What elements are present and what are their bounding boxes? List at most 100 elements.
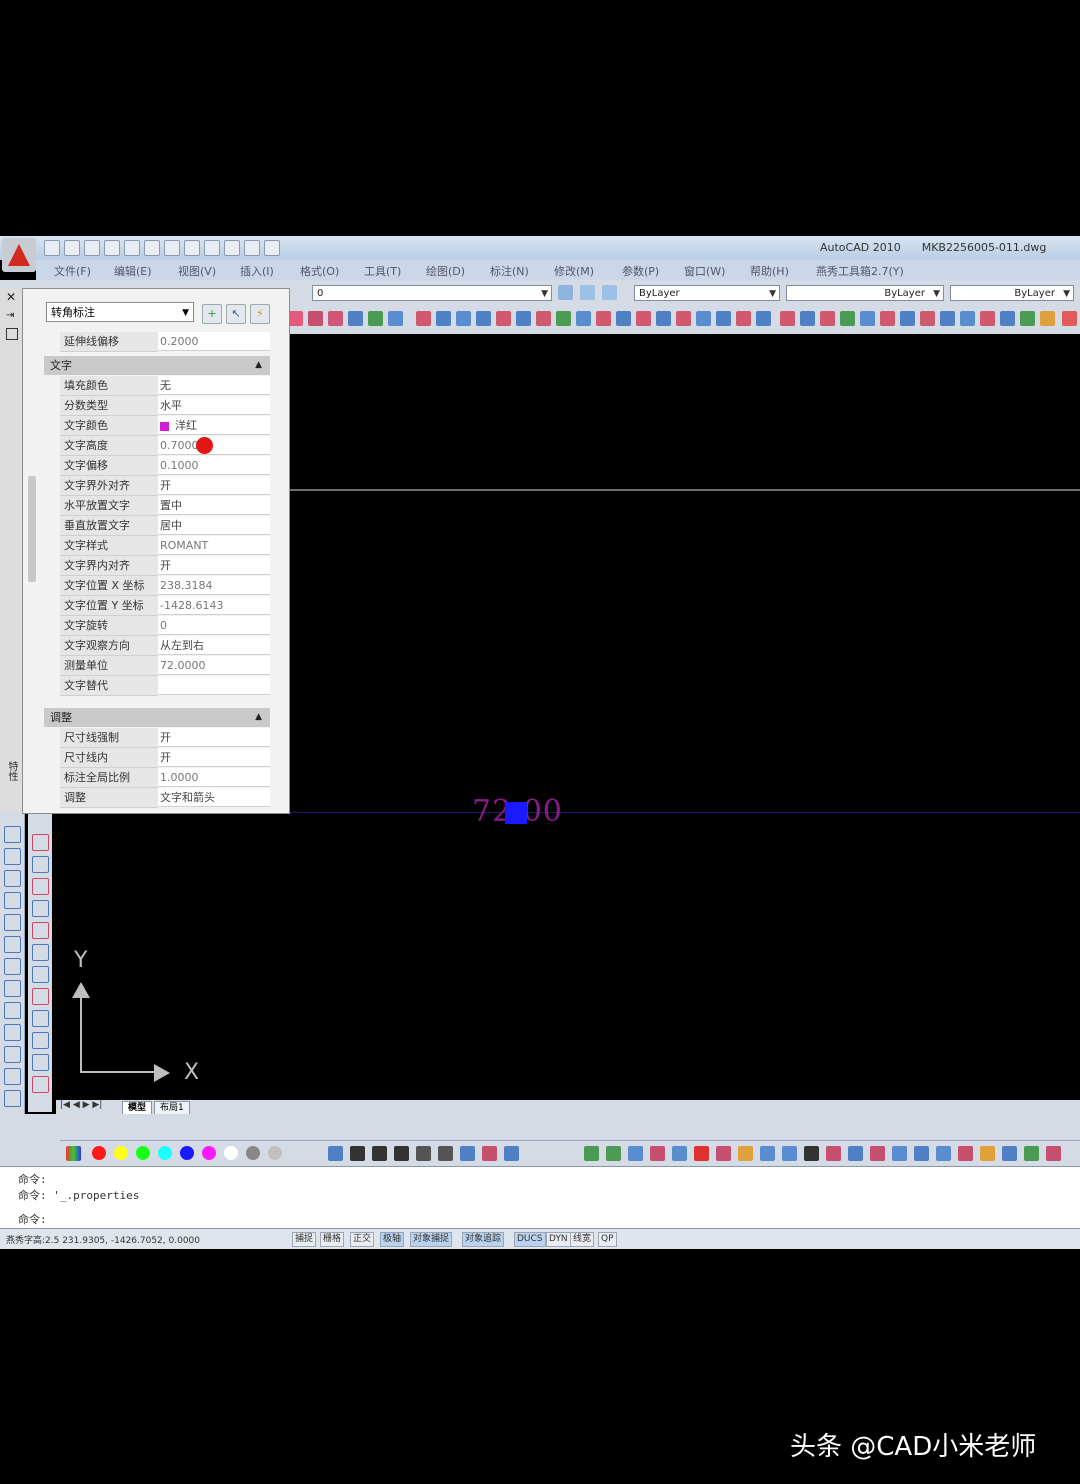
linetype-dropdown[interactable]: ByLayer ▼ <box>786 285 944 301</box>
zoom-icon[interactable] <box>204 240 220 256</box>
yx-bottom-9-icon[interactable] <box>760 1146 775 1161</box>
yx-bottom-13-icon[interactable] <box>848 1146 863 1161</box>
property-value[interactable]: 0.7000 <box>158 436 270 455</box>
yx-bottom-7-icon[interactable] <box>716 1146 731 1161</box>
toggle-pickadd-icon[interactable]: + <box>202 304 222 324</box>
yx-bottom-21-icon[interactable] <box>1024 1146 1039 1161</box>
menu-help[interactable]: 帮助(H) <box>750 263 789 279</box>
trim-icon[interactable] <box>4 1024 21 1041</box>
section-header-text[interactable]: 文字 ▲ <box>44 356 270 375</box>
yx-tool-10-icon[interactable] <box>960 311 975 326</box>
yx-tool-11-icon[interactable] <box>980 311 995 326</box>
extend-icon[interactable] <box>4 1046 21 1063</box>
coordinate-readout[interactable]: 燕秀字高:2.5 231.9305, -1426.7052, 0.0000 <box>6 1233 200 1246</box>
print-icon[interactable] <box>144 240 160 256</box>
tab-navigation-icons[interactable]: |◀ ◀ ▶ ▶| <box>60 1100 102 1110</box>
revcloud-tool-icon[interactable] <box>32 1010 49 1027</box>
yx-bottom-15-icon[interactable] <box>892 1146 907 1161</box>
add-icon[interactable] <box>1062 311 1077 326</box>
yx-bottom-8-icon[interactable] <box>738 1146 753 1161</box>
dim-break-icon[interactable] <box>656 311 671 326</box>
color-yellow-icon[interactable] <box>114 1146 128 1160</box>
properties-menu-icon[interactable] <box>6 328 18 340</box>
insert-icon[interactable] <box>328 311 343 326</box>
menu-format[interactable]: 格式(O) <box>300 263 339 279</box>
linetype-tool-4-icon[interactable] <box>394 1146 409 1161</box>
break-icon[interactable] <box>4 1068 21 1085</box>
move-tool-icon[interactable] <box>4 936 21 953</box>
stretch-icon[interactable] <box>4 1002 21 1019</box>
yx-bottom-18-icon[interactable] <box>958 1146 973 1161</box>
collapse-icon[interactable]: ▲ <box>255 356 262 375</box>
color-blue-icon[interactable] <box>180 1146 194 1160</box>
tolerance-icon[interactable] <box>676 311 691 326</box>
table-icon[interactable] <box>288 311 303 326</box>
gradient-icon[interactable] <box>368 311 383 326</box>
property-value[interactable]: 0 <box>158 616 270 635</box>
property-value[interactable]: 开 <box>158 476 270 495</box>
linetype-tool-8-icon[interactable] <box>482 1146 497 1161</box>
linetype-tool-6-icon[interactable] <box>438 1146 453 1161</box>
menu-yanxiu-toolbox[interactable]: 燕秀工具箱2.7(Y) <box>816 263 904 279</box>
color-cyan-icon[interactable] <box>158 1146 172 1160</box>
autocad-logo-icon[interactable] <box>2 238 36 272</box>
text-icon[interactable] <box>244 240 260 256</box>
jogged-dim-icon[interactable] <box>516 311 531 326</box>
menu-dimension[interactable]: 标注(N) <box>490 263 529 279</box>
linetype-tool-2-icon[interactable] <box>350 1146 365 1161</box>
mirror-icon[interactable] <box>4 870 21 887</box>
menu-modify[interactable]: 修改(M) <box>554 263 594 279</box>
redo-icon[interactable] <box>124 240 140 256</box>
yx-tool-9-icon[interactable] <box>940 311 955 326</box>
command-window[interactable]: 命令: 命令: '_.properties 命令: <box>0 1166 1080 1229</box>
ducs-toggle[interactable]: DUCS <box>514 1232 546 1247</box>
yx-bottom-16-icon[interactable] <box>914 1146 929 1161</box>
block-icon[interactable] <box>308 311 323 326</box>
polar-toggle[interactable]: 极轴 <box>380 1232 405 1247</box>
fillet-icon[interactable] <box>4 1090 21 1107</box>
scale-icon[interactable] <box>4 980 21 997</box>
quick-dim-icon[interactable] <box>576 311 591 326</box>
new-icon[interactable] <box>44 240 60 256</box>
property-value[interactable]: 文字和箭头 <box>158 788 270 807</box>
menu-file[interactable]: 文件(F) <box>54 263 91 279</box>
property-value[interactable]: 72.0000 <box>158 656 270 675</box>
lineweight-dropdown[interactable]: ByLayer ▼ <box>950 285 1074 301</box>
angular-dim-icon[interactable] <box>556 311 571 326</box>
property-value[interactable]: 从左到右 <box>158 636 270 655</box>
menu-view[interactable]: 视图(V) <box>178 263 216 279</box>
yx-bottom-12-icon[interactable] <box>826 1146 841 1161</box>
palette-title-strip[interactable] <box>0 288 23 812</box>
yx-bottom-1-icon[interactable] <box>584 1146 599 1161</box>
publish-icon[interactable] <box>184 240 200 256</box>
layer-previous-icon[interactable] <box>580 285 595 300</box>
move-icon[interactable] <box>264 240 280 256</box>
grid-toggle[interactable]: 栅格 <box>320 1232 345 1247</box>
ordinate-dim-icon[interactable] <box>476 311 491 326</box>
lineweight-toggle[interactable]: 线宽 <box>570 1232 595 1247</box>
property-value[interactable]: 238.3184 <box>158 576 270 595</box>
close-icon[interactable]: ✕ <box>6 290 16 304</box>
save-icon[interactable] <box>84 240 100 256</box>
color-dropdown[interactable]: ByLayer ▼ <box>634 285 780 301</box>
property-value[interactable]: ROMANT <box>158 536 270 555</box>
property-value[interactable]: 开 <box>158 728 270 747</box>
region-tool-icon[interactable] <box>32 1076 49 1093</box>
jogged-linear-icon[interactable] <box>736 311 751 326</box>
zoom-tool-icon[interactable] <box>32 856 49 873</box>
property-value[interactable]: 无 <box>158 376 270 395</box>
property-value[interactable]: 开 <box>158 556 270 575</box>
tab-layout1[interactable]: 布局1 <box>154 1101 190 1115</box>
yx-bottom-14-icon[interactable] <box>870 1146 885 1161</box>
yx-bottom-2-icon[interactable] <box>606 1146 621 1161</box>
yx-tool-4-icon[interactable] <box>840 311 855 326</box>
boundary-tool-icon[interactable] <box>32 1054 49 1071</box>
insert-tool-icon[interactable] <box>32 922 49 939</box>
radius-dim-icon[interactable] <box>496 311 511 326</box>
block-tool-icon[interactable] <box>32 878 49 895</box>
property-value[interactable]: 0.1000 <box>158 456 270 475</box>
color-lightgray-icon[interactable] <box>268 1146 282 1160</box>
collapse-icon[interactable]: ▲ <box>255 708 262 727</box>
property-value[interactable]: 置中 <box>158 496 270 515</box>
snap-toggle[interactable]: 捕捉 <box>292 1232 317 1247</box>
